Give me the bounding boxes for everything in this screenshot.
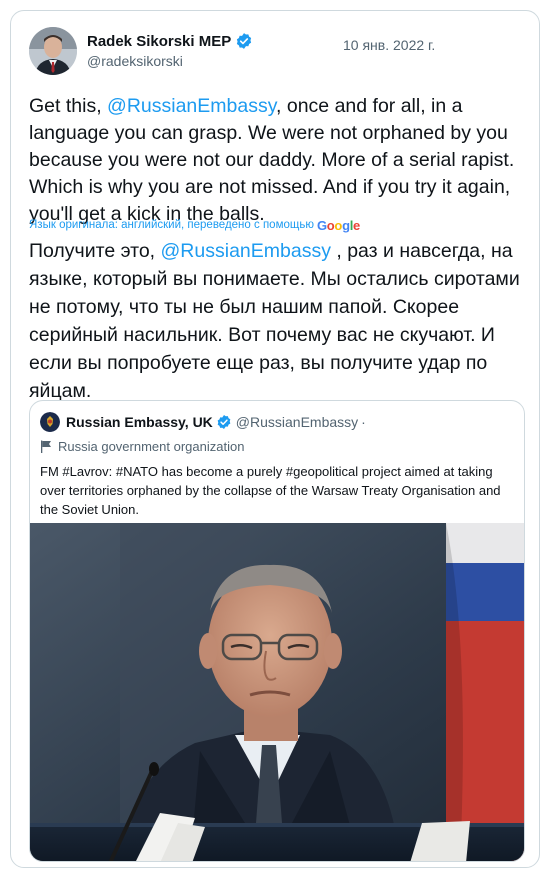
translated-text-prefix: Получите это,	[29, 240, 161, 262]
translation-note-text: Язык оригинала: английский, переведено с…	[29, 219, 314, 231]
translated-text-body: , раз и навсегда, на языке, который вы п…	[29, 240, 520, 402]
tweet-card[interactable]: Radek Sikorski MEP @radeksikorski 10 янв…	[10, 10, 540, 868]
mention-link[interactable]: @RussianEmbassy	[107, 95, 276, 117]
government-label[interactable]: Russia government organization	[40, 437, 244, 455]
tweet-date[interactable]: 10 янв. 2022 г.	[343, 37, 435, 53]
flag-icon	[40, 440, 52, 453]
author-block: Radek Sikorski MEP @radeksikorski	[87, 31, 253, 69]
tweet-text-prefix: Get this,	[29, 95, 108, 117]
quoted-author-name[interactable]: Russian Embassy, UK	[66, 414, 213, 430]
translated-text: Получите это, @RussianEmbassy , раз и на…	[29, 237, 529, 405]
verified-badge-icon	[235, 32, 253, 50]
translation-note[interactable]: Язык оригинала: английский, переведено с…	[29, 217, 360, 233]
quoted-verified-badge-icon	[216, 414, 232, 430]
translated-mention-link[interactable]: @RussianEmbassy	[161, 240, 331, 262]
quoted-tweet[interactable]: Russian Embassy, UK @RussianEmbassy · Ru…	[29, 400, 525, 862]
tweet-header: Radek Sikorski MEP @radeksikorski 10 янв…	[25, 25, 525, 81]
emblem-icon[interactable]	[40, 412, 60, 432]
quoted-author-handle[interactable]: @RussianEmbassy	[236, 414, 358, 430]
separator-dot: ·	[361, 414, 366, 430]
author-avatar[interactable]	[29, 27, 77, 75]
author-handle[interactable]: @radeksikorski	[87, 53, 253, 69]
tweet-text: Get this, @RussianEmbassy, once and for …	[29, 93, 529, 228]
quoted-tweet-photo[interactable]	[30, 523, 524, 861]
quoted-tweet-header: Russian Embassy, UK @RussianEmbassy ·	[40, 411, 366, 433]
google-logo: Google	[316, 217, 360, 233]
government-label-text: Russia government organization	[58, 438, 245, 454]
quoted-tweet-text: FM #Lavrov: #NATO has become a purely #g…	[40, 464, 501, 517]
author-name[interactable]: Radek Sikorski MEP	[87, 33, 231, 50]
